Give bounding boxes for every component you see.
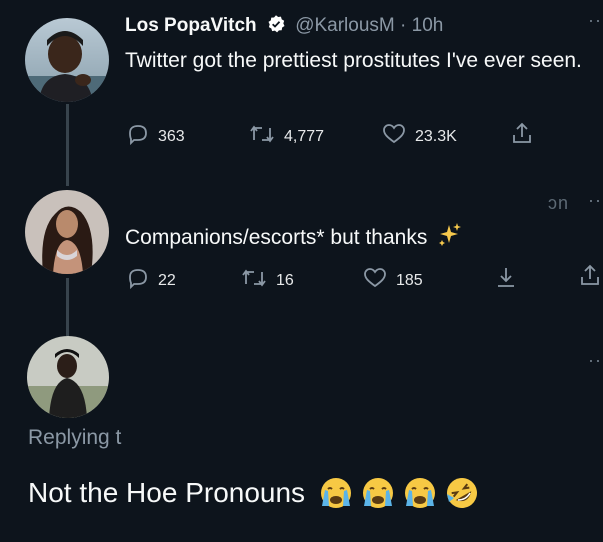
tweet-text-content: Companions/escorts* but thanks xyxy=(125,226,428,249)
more-options-icon[interactable]: ·· xyxy=(588,350,602,371)
reply-icon xyxy=(126,266,150,295)
reply-count: 363 xyxy=(158,127,185,145)
tweet-text: Not the Hoe Pronouns xyxy=(28,476,479,510)
reply-button[interactable]: 22 xyxy=(126,266,176,295)
reply-count: 22 xyxy=(158,271,176,289)
timestamp[interactable]: 10h xyxy=(412,15,444,36)
separator: · xyxy=(400,15,407,36)
share-icon xyxy=(578,262,602,293)
like-icon xyxy=(362,266,388,295)
retweet-button[interactable]: 16 xyxy=(240,266,294,295)
timestamp-fragment: ɔn xyxy=(548,193,570,213)
share-button[interactable] xyxy=(510,120,534,151)
reply-button[interactable]: 363 xyxy=(126,122,185,151)
retweet-icon xyxy=(248,122,276,151)
tweet-text: Companions/escorts* but thanks xyxy=(125,222,463,256)
thread-line-2 xyxy=(66,278,69,336)
like-button[interactable]: 23.3K xyxy=(381,122,457,151)
retweet-button[interactable]: 4,777 xyxy=(248,122,324,151)
retweet-count: 4,777 xyxy=(284,127,325,145)
crying-face-icon xyxy=(319,476,353,510)
crying-face-icon xyxy=(403,476,437,510)
like-count: 185 xyxy=(396,271,423,289)
download-button[interactable] xyxy=(494,264,518,295)
rofl-face-icon xyxy=(445,476,479,510)
verified-badge-icon xyxy=(266,14,286,40)
thread-line-1 xyxy=(66,104,69,186)
reply-icon xyxy=(126,122,150,151)
share-button[interactable] xyxy=(578,262,602,293)
avatar[interactable] xyxy=(27,336,109,418)
more-options-icon[interactable]: ·· xyxy=(588,190,602,211)
tweet-text: Twitter got the prettiest prostitutes I'… xyxy=(125,49,582,72)
tweet-text-content: Not the Hoe Pronouns xyxy=(28,477,306,508)
retweet-count: 16 xyxy=(276,271,294,289)
crying-face-icon xyxy=(361,476,395,510)
avatar[interactable] xyxy=(25,18,109,102)
tweet-header: Los PopaVitch @KarlousM · 10h xyxy=(125,14,443,40)
download-icon xyxy=(494,264,518,295)
avatar[interactable] xyxy=(25,190,109,274)
share-icon xyxy=(510,120,534,151)
retweet-icon xyxy=(240,266,268,295)
display-name[interactable]: Los PopaVitch xyxy=(125,15,257,36)
like-button[interactable]: 185 xyxy=(362,266,423,295)
like-icon xyxy=(381,122,407,151)
handle[interactable]: @KarlousM xyxy=(295,15,395,36)
more-options-icon[interactable]: ·· xyxy=(588,10,602,31)
sparkles-icon xyxy=(437,222,463,256)
replying-to[interactable]: Replying t xyxy=(28,426,121,450)
like-count: 23.3K xyxy=(415,127,457,145)
